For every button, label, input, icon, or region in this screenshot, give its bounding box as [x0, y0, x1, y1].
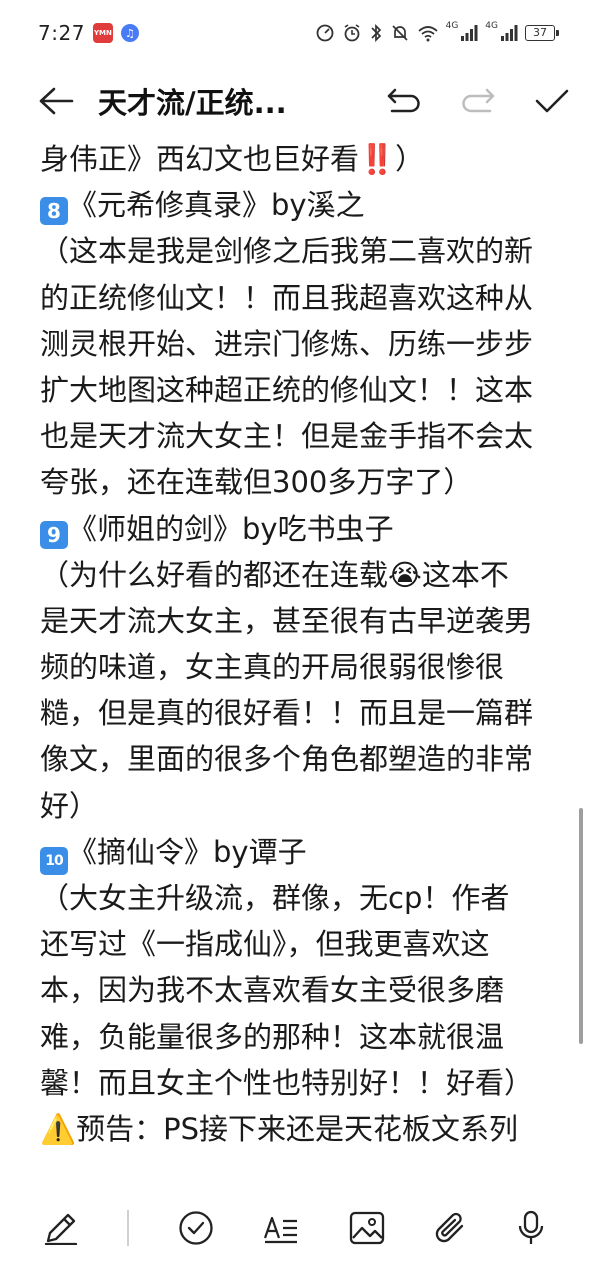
- text-line-content: 测灵根开始、进宗门修炼、历练一步步: [40, 326, 534, 361]
- text-line: ⚠️预告：PS接下来还是天花板文系列: [40, 1106, 560, 1152]
- number-badge-icon: 10: [40, 846, 68, 875]
- text-line-content: ⚠️预告：PS接下来还是天花板文系列: [40, 1111, 519, 1146]
- check-circle-icon: [179, 1211, 213, 1245]
- back-button[interactable]: [38, 86, 74, 116]
- mute-bell-icon: [391, 25, 408, 41]
- text-line: 馨！而且女主个性也特别好！！好看）: [40, 1060, 560, 1106]
- text-line-content: 是天才流大女主，甚至很有古早逆袭男: [40, 603, 534, 638]
- text-line: 夸张，还在连载但300多万字了）: [40, 459, 560, 505]
- note-toolbar: 天才流/正统...: [0, 66, 591, 136]
- scrollbar[interactable]: [579, 808, 583, 1044]
- status-left: 7:27 YMN ♫: [38, 21, 139, 45]
- undo-icon: [387, 88, 420, 113]
- text-line-content: 的正统修仙文！！而且我超喜欢这种从: [40, 280, 534, 315]
- text-line: （大女主升级流，群像，无cp！作者: [40, 875, 560, 921]
- text-format-icon: [264, 1216, 298, 1244]
- text-line: 糙，但是真的很好看！！而且是一篇群: [40, 690, 560, 736]
- text-line-content: 扩大地图这种超正统的修仙文！！这本: [40, 372, 534, 407]
- text-line-content: 难，负能量很多的那种！这本就很温: [40, 1019, 505, 1054]
- number-badge-icon: 9: [40, 520, 68, 549]
- text-line-content: （大女主升级流，群像，无cp！作者: [40, 881, 510, 915]
- note-title: 天才流/正统...: [98, 86, 287, 120]
- redo-icon: [462, 88, 495, 113]
- text-line: 9 《师姐的剑》by吃书虫子: [40, 506, 560, 552]
- text-line-content: 频的味道，女主真的开局很弱很惨很: [40, 650, 505, 685]
- number-badge-icon: 8: [40, 197, 68, 226]
- text-line: 频的味道，女主真的开局很弱很惨很: [40, 644, 560, 690]
- microphone-icon: [518, 1210, 544, 1244]
- text-line-content: 糙，但是真的很好看！！而且是一篇群: [40, 696, 534, 731]
- status-right: 4G 4G 37: [315, 21, 559, 43]
- check-icon: [535, 89, 569, 113]
- text-line: 难，负能量很多的那种！这本就很温: [40, 1014, 560, 1060]
- text-line-content: 本，因为我不太喜欢看女主受很多磨: [40, 973, 505, 1008]
- text-line: 好）: [40, 783, 560, 829]
- news-app-icon: YMN: [92, 23, 113, 43]
- text-line-content: （为什么好看的都还在连载😭这本不: [40, 557, 509, 592]
- text-line-content: 馨！而且女主个性也特别好！！好看）: [40, 1065, 534, 1100]
- text-line: 身伟正》西幻文也巨好看‼️）: [40, 136, 560, 182]
- attachment-button[interactable]: [434, 1210, 468, 1246]
- status-bar: 7:27 YMN ♫ 4G 4G 37: [0, 0, 591, 66]
- text-line: 像文，里面的很多个角色都塑造的非常: [40, 736, 560, 782]
- text-line-content: 好）: [40, 788, 99, 823]
- alarm-icon: [344, 24, 360, 42]
- text-line: 的正统修仙文！！而且我超喜欢这种从: [40, 275, 560, 321]
- text-line: 是天才流大女主，甚至很有古早逆袭男: [40, 598, 560, 644]
- text-line-content: 也是天才流大女主！但是金手指不会太: [40, 419, 534, 454]
- back-arrow-icon: [39, 87, 74, 115]
- text-line-content: 《摘仙令》by谭子: [68, 834, 307, 869]
- text-line-content: 《师姐的剑》by吃书虫子: [68, 511, 394, 546]
- redo-button[interactable]: [461, 88, 495, 114]
- toolbar-divider: [127, 1210, 129, 1246]
- image-icon: [349, 1211, 384, 1245]
- bluetooth-icon: [370, 23, 381, 43]
- text-line: 8 《元希修真录》by溪之: [40, 182, 560, 228]
- wifi-icon: [417, 26, 438, 42]
- hd-speed-icon: [316, 24, 333, 42]
- text-format-button[interactable]: [263, 1212, 299, 1244]
- text-line-content: 身伟正》西幻文也巨好看‼️）: [40, 142, 425, 176]
- text-line: 也是天才流大女主！但是金手指不会太: [40, 413, 560, 459]
- text-line-content: 《元希修真录》by溪之: [68, 188, 365, 223]
- insert-image-button[interactable]: [349, 1211, 385, 1245]
- text-line-content: （这本是我是剑修之后我第二喜欢的新: [40, 234, 534, 269]
- undo-button[interactable]: [387, 88, 421, 114]
- checklist-button[interactable]: [178, 1210, 214, 1246]
- music-icon: ♫: [120, 24, 139, 42]
- bottom-toolbar: [0, 1176, 591, 1280]
- clock: 7:27: [38, 21, 85, 45]
- text-line: 扩大地图这种超正统的修仙文！！这本: [40, 367, 560, 413]
- text-line: 10 《摘仙令》by谭子: [40, 829, 560, 875]
- network-type-label-2: 4G: [485, 21, 498, 31]
- signal-icon: [461, 25, 478, 41]
- signal-icon-2: [501, 25, 518, 41]
- network-type-label: 4G: [445, 21, 459, 31]
- text-line: （这本是我是剑修之后我第二喜欢的新: [40, 228, 560, 274]
- text-line-content: 像文，里面的很多个角色都塑造的非常: [40, 742, 534, 777]
- pen-icon: [44, 1213, 78, 1245]
- text-line: 本，因为我不太喜欢看女主受很多磨: [40, 967, 560, 1013]
- battery-icon: 37: [525, 25, 559, 41]
- voice-input-button[interactable]: [517, 1210, 545, 1246]
- handwriting-button[interactable]: [44, 1211, 78, 1245]
- text-line: （为什么好看的都还在连载😭这本不: [40, 552, 560, 598]
- text-line: 还写过《一指成仙》，但我更喜欢这: [40, 921, 560, 967]
- text-line-content: 还写过《一指成仙》，但我更喜欢这: [40, 927, 490, 962]
- paperclip-icon: [435, 1212, 463, 1243]
- text-line-content: 夸张，还在连载但300多万字了）: [40, 465, 473, 500]
- text-line: 测灵根开始、进宗门修炼、历练一步步: [40, 321, 560, 367]
- done-button[interactable]: [535, 88, 569, 114]
- note-content[interactable]: 身伟正》西幻文也巨好看‼️） 8 《元希修真录》by溪之 （这本是我是剑修之后我第二喜…: [40, 136, 560, 1176]
